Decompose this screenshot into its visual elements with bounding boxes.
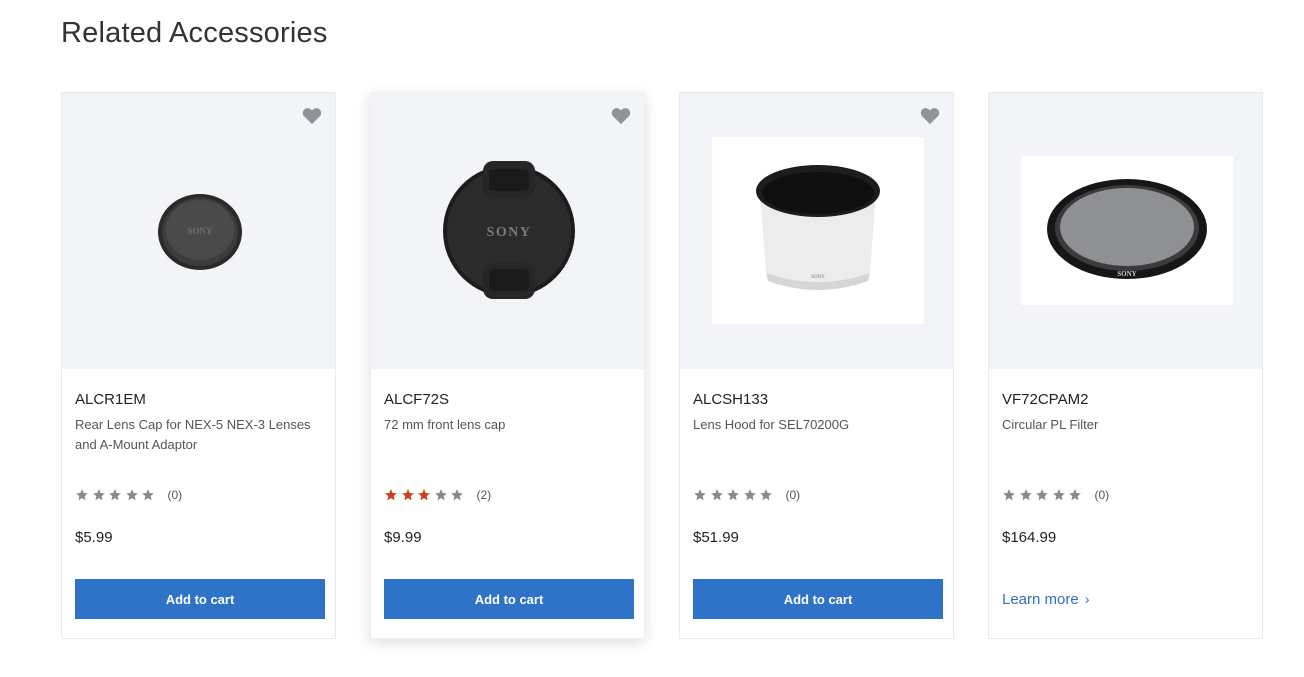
star-icon xyxy=(451,488,463,501)
star-icon xyxy=(1069,488,1081,501)
rear-lens-cap-image: SONY xyxy=(158,194,242,270)
product-card[interactable]: SONY VF72CPAM2 Circular PL Filter (0) $1… xyxy=(988,92,1263,639)
product-description: Rear Lens Cap for NEX-5 NEX-3 Lenses and… xyxy=(75,417,311,452)
star-icon xyxy=(1036,488,1048,501)
rating: (0) xyxy=(75,486,182,504)
product-price: $9.99 xyxy=(384,529,422,546)
review-count: (0) xyxy=(167,488,183,502)
circular-filter-image: SONY xyxy=(1047,179,1207,279)
heart-icon[interactable] xyxy=(611,107,631,125)
product-description: 72 mm front lens cap xyxy=(384,417,506,432)
brand-mark: SONY xyxy=(1117,270,1136,278)
chevron-right-icon: › xyxy=(1084,591,1090,607)
product-card[interactable]: SONY ALCF72S 72 mm front lens cap (2) $9… xyxy=(370,92,645,639)
star-icon xyxy=(76,488,88,501)
rating: (0) xyxy=(693,486,800,504)
section-title: Related Accessories xyxy=(61,17,328,49)
star-icon xyxy=(401,488,414,501)
product-sku[interactable]: ALCF72S xyxy=(384,391,449,408)
star-icon xyxy=(760,488,772,501)
star-icon xyxy=(1019,488,1032,501)
product-sku[interactable]: ALCSH133 xyxy=(693,391,768,408)
product-image[interactable]: SONY xyxy=(989,93,1262,369)
product-sku[interactable]: ALCR1EM xyxy=(75,391,146,408)
review-count: (2) xyxy=(476,488,492,502)
add-to-cart-button[interactable]: Add to cart xyxy=(693,579,943,619)
star-icon xyxy=(727,488,739,501)
star-icon xyxy=(109,488,121,501)
star-icon xyxy=(125,488,138,501)
product-card[interactable]: SONY ALCSH133 Lens Hood for SEL70200G (0… xyxy=(679,92,954,639)
star-icon xyxy=(418,488,430,501)
brand-mark: SONY xyxy=(811,275,825,280)
star-rating xyxy=(1002,486,1085,504)
product-price: $51.99 xyxy=(693,529,739,546)
learn-more-label[interactable]: Learn more xyxy=(1002,591,1079,608)
brand-mark: SONY xyxy=(487,225,532,240)
star-icon xyxy=(694,488,706,501)
star-icon xyxy=(1052,488,1065,501)
product-price: $164.99 xyxy=(1002,529,1057,546)
product-price: $5.99 xyxy=(75,529,113,546)
review-count: (0) xyxy=(785,488,801,502)
star-rating xyxy=(384,486,467,504)
star-icon xyxy=(1003,488,1015,501)
add-to-cart-button[interactable]: Add to cart xyxy=(384,579,634,619)
star-icon xyxy=(142,488,154,501)
review-count: (0) xyxy=(1094,488,1110,502)
add-to-cart-button[interactable]: Add to cart xyxy=(75,579,325,619)
product-card[interactable]: SONY ALCR1EM Rear Lens Cap for NEX-5 NEX… xyxy=(61,92,336,639)
learn-more-link[interactable]: Learn more › xyxy=(1002,591,1090,608)
product-image[interactable]: SONY xyxy=(371,93,644,369)
product-description: Circular PL Filter xyxy=(1002,417,1099,432)
star-icon xyxy=(385,488,397,501)
product-image[interactable]: SONY xyxy=(62,93,335,369)
front-lens-cap-image: SONY xyxy=(443,161,575,299)
star-rating xyxy=(75,486,158,504)
lens-hood-image: SONY xyxy=(756,165,880,290)
star-icon xyxy=(710,488,723,501)
star-icon xyxy=(434,488,447,501)
star-icon xyxy=(92,488,105,501)
product-image[interactable]: SONY xyxy=(680,93,953,369)
rating: (0) xyxy=(1002,486,1109,504)
product-sku[interactable]: VF72CPAM2 xyxy=(1002,391,1088,408)
heart-icon[interactable] xyxy=(920,107,940,125)
product-description: Lens Hood for SEL70200G xyxy=(693,417,850,432)
rating: (2) xyxy=(384,486,491,504)
heart-icon[interactable] xyxy=(302,107,322,125)
star-icon xyxy=(743,488,756,501)
star-rating xyxy=(693,486,776,504)
brand-mark: SONY xyxy=(187,226,213,236)
